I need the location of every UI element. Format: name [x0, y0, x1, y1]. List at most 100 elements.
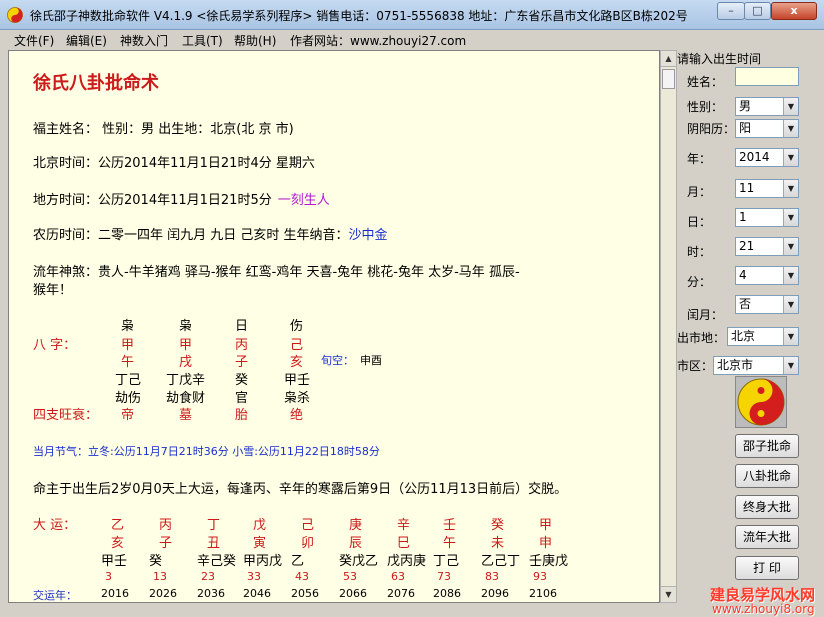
xunkong: 旬空： 申酉	[321, 352, 382, 368]
input-panel: 请输入出生时间 姓名： 性别： 男 ▼ 阴阳历： 阳 ▼ 年： 2014 ▼ 月： 1…	[677, 50, 824, 603]
dayun-age-6: 53	[343, 570, 357, 583]
dayun-canggan-9: 乙己丁	[481, 554, 521, 569]
month-label: 月：	[687, 185, 712, 199]
dayun-gan-6: 庚	[349, 518, 363, 533]
chevron-down-icon[interactable]: ▼	[783, 238, 798, 255]
dayun-canggan-1: 甲壬	[101, 554, 128, 569]
reading-document[interactable]: 徐氏八卦批命术 福主姓名： 性别：男 出生地：北京(北 京 市) 北京时间：公历…	[8, 50, 660, 603]
dayun-year-5: 2056	[291, 587, 319, 600]
year-label: 年：	[687, 152, 712, 166]
dayun-year-1: 2016	[101, 587, 129, 600]
chevron-down-icon[interactable]: ▼	[783, 120, 798, 137]
menu-edit[interactable]: 编辑(E)	[66, 32, 107, 49]
dayun-year-3: 2036	[197, 587, 225, 600]
scroll-thumb[interactable]	[662, 69, 675, 89]
scroll-down-arrow-icon[interactable]: ▼	[661, 586, 676, 602]
shensha-line-1: 流年神煞：贵人-牛羊猪鸡 驿马-猴年 红鸾-鸡年 天喜-兔年 桃花-兔年 太岁-…	[33, 265, 520, 280]
bazi-zhi-4: 亥	[290, 355, 304, 370]
menu-help[interactable]: 帮助(H)	[234, 32, 276, 49]
gender-label: 性别：	[687, 100, 724, 114]
district-select[interactable]: 北京市 ▼	[713, 356, 799, 375]
gender-value: 男	[739, 99, 752, 113]
dayun-gan-5: 己	[301, 518, 315, 533]
scroll-up-arrow-icon[interactable]: ▲	[661, 51, 676, 67]
city-select[interactable]: 北京 ▼	[727, 327, 799, 346]
day-value: 1	[739, 210, 747, 224]
xunkong-value: 申酉	[360, 354, 382, 367]
maximize-button[interactable]: □	[744, 2, 771, 20]
chevron-down-icon[interactable]: ▼	[783, 180, 798, 197]
gender-select[interactable]: 男 ▼	[735, 97, 799, 116]
hour-label: 时：	[687, 245, 712, 259]
chevron-down-icon[interactable]: ▼	[783, 357, 798, 374]
menu-bar: 文件(F) 编辑(E) 神数入门 工具(T) 帮助(H) 作者网站：www.zh…	[6, 30, 818, 49]
minute-label: 分：	[687, 275, 712, 289]
hour-value: 21	[739, 239, 755, 253]
dayun-gan-4: 戊	[253, 518, 267, 533]
day-label: 日：	[687, 215, 712, 229]
dayun-age-9: 83	[485, 570, 499, 583]
dayun-age-5: 43	[295, 570, 309, 583]
leap-month-value: 否	[739, 297, 752, 311]
chevron-down-icon[interactable]: ▼	[783, 296, 798, 313]
dayun-gan-3: 丁	[207, 518, 221, 533]
jiaoyun-label: 交运年：	[33, 589, 77, 602]
leap-month-select[interactable]: 否 ▼	[735, 295, 799, 314]
menu-website[interactable]: 作者网站：www.zhouyi27.com	[290, 32, 466, 49]
taiji-image	[735, 376, 787, 428]
local-time-note: 一刻生人	[277, 193, 330, 208]
chevron-down-icon[interactable]: ▼	[783, 267, 798, 284]
close-button[interactable]: x	[771, 2, 817, 20]
lunar-time-line: 农历时间：二零一四年 闰九月 九日 己亥时 生年纳音：沙中金	[33, 224, 388, 243]
chevron-down-icon[interactable]: ▼	[783, 328, 798, 345]
annual-reading-button[interactable]: 流年大批	[735, 525, 799, 549]
window-title: 徐氏邵子神数批命软件 V4.1.9 <徐氏易学系列程序> 销售电话：0751-5…	[30, 9, 688, 23]
jieqi-line: 当月节气：立冬:公历11月7日21时36分 小雪:公历11月22日18时58分	[33, 445, 380, 458]
calendar-select[interactable]: 阳 ▼	[735, 119, 799, 138]
dayun-zhi-1: 亥	[111, 536, 125, 551]
dayun-year-4: 2046	[243, 587, 271, 600]
dayun-canggan-5: 乙	[291, 554, 305, 569]
dayun-label: 大 运：	[33, 518, 77, 533]
hour-select[interactable]: 21 ▼	[735, 237, 799, 256]
minute-select[interactable]: 4 ▼	[735, 266, 799, 285]
dayun-zhi-2: 子	[159, 536, 173, 551]
month-value: 11	[739, 181, 755, 195]
shaozi-reading-button[interactable]: 邵子批命	[735, 434, 799, 458]
chevron-down-icon[interactable]: ▼	[783, 209, 798, 226]
dayun-canggan-3: 辛己癸	[197, 554, 237, 569]
dayun-gan-2: 丙	[159, 518, 173, 533]
dayun-gan-8: 壬	[443, 518, 457, 533]
lunar-time-text: 农历时间：二零一四年 闰九月 九日 己亥时 生年纳音：	[33, 228, 349, 243]
day-select[interactable]: 1 ▼	[735, 208, 799, 227]
dayun-gan-1: 乙	[111, 518, 125, 533]
district-label: 市区：	[677, 359, 714, 373]
minimize-button[interactable]: –	[717, 2, 745, 20]
taiji-icon	[737, 378, 785, 426]
dayun-age-7: 63	[391, 570, 405, 583]
city-value: 北京	[731, 329, 756, 343]
dayun-zhi-4: 寅	[253, 536, 267, 551]
name-input[interactable]	[735, 67, 799, 86]
menu-intro[interactable]: 神数入门	[120, 32, 168, 49]
year-select[interactable]: 2014 ▼	[735, 148, 799, 167]
wangshuai-3: 胎	[235, 408, 249, 423]
menu-file[interactable]: 文件(F)	[14, 32, 54, 49]
chevron-down-icon[interactable]: ▼	[783, 98, 798, 115]
vertical-scrollbar[interactable]: ▲ ▼	[660, 50, 677, 603]
dayun-age-8: 73	[437, 570, 451, 583]
dayun-canggan-7: 戊丙庚	[387, 554, 427, 569]
print-button[interactable]: 打 印	[735, 556, 799, 580]
lifetime-reading-button[interactable]: 终身大批	[735, 495, 799, 519]
dayun-zhi-8: 午	[443, 536, 457, 551]
chevron-down-icon[interactable]: ▼	[783, 149, 798, 166]
dayun-age-1: 3	[105, 570, 112, 583]
shensha-line-2: 猴年！	[33, 283, 73, 298]
wangshuai-1: 帝	[121, 408, 135, 423]
dayun-gan-10: 甲	[539, 518, 553, 533]
wangshuai-2: 墓	[179, 408, 193, 423]
month-select[interactable]: 11 ▼	[735, 179, 799, 198]
menu-tools[interactable]: 工具(T)	[182, 32, 223, 49]
bagua-reading-button[interactable]: 八卦批命	[735, 464, 799, 488]
dayun-gan-7: 辛	[397, 518, 411, 533]
